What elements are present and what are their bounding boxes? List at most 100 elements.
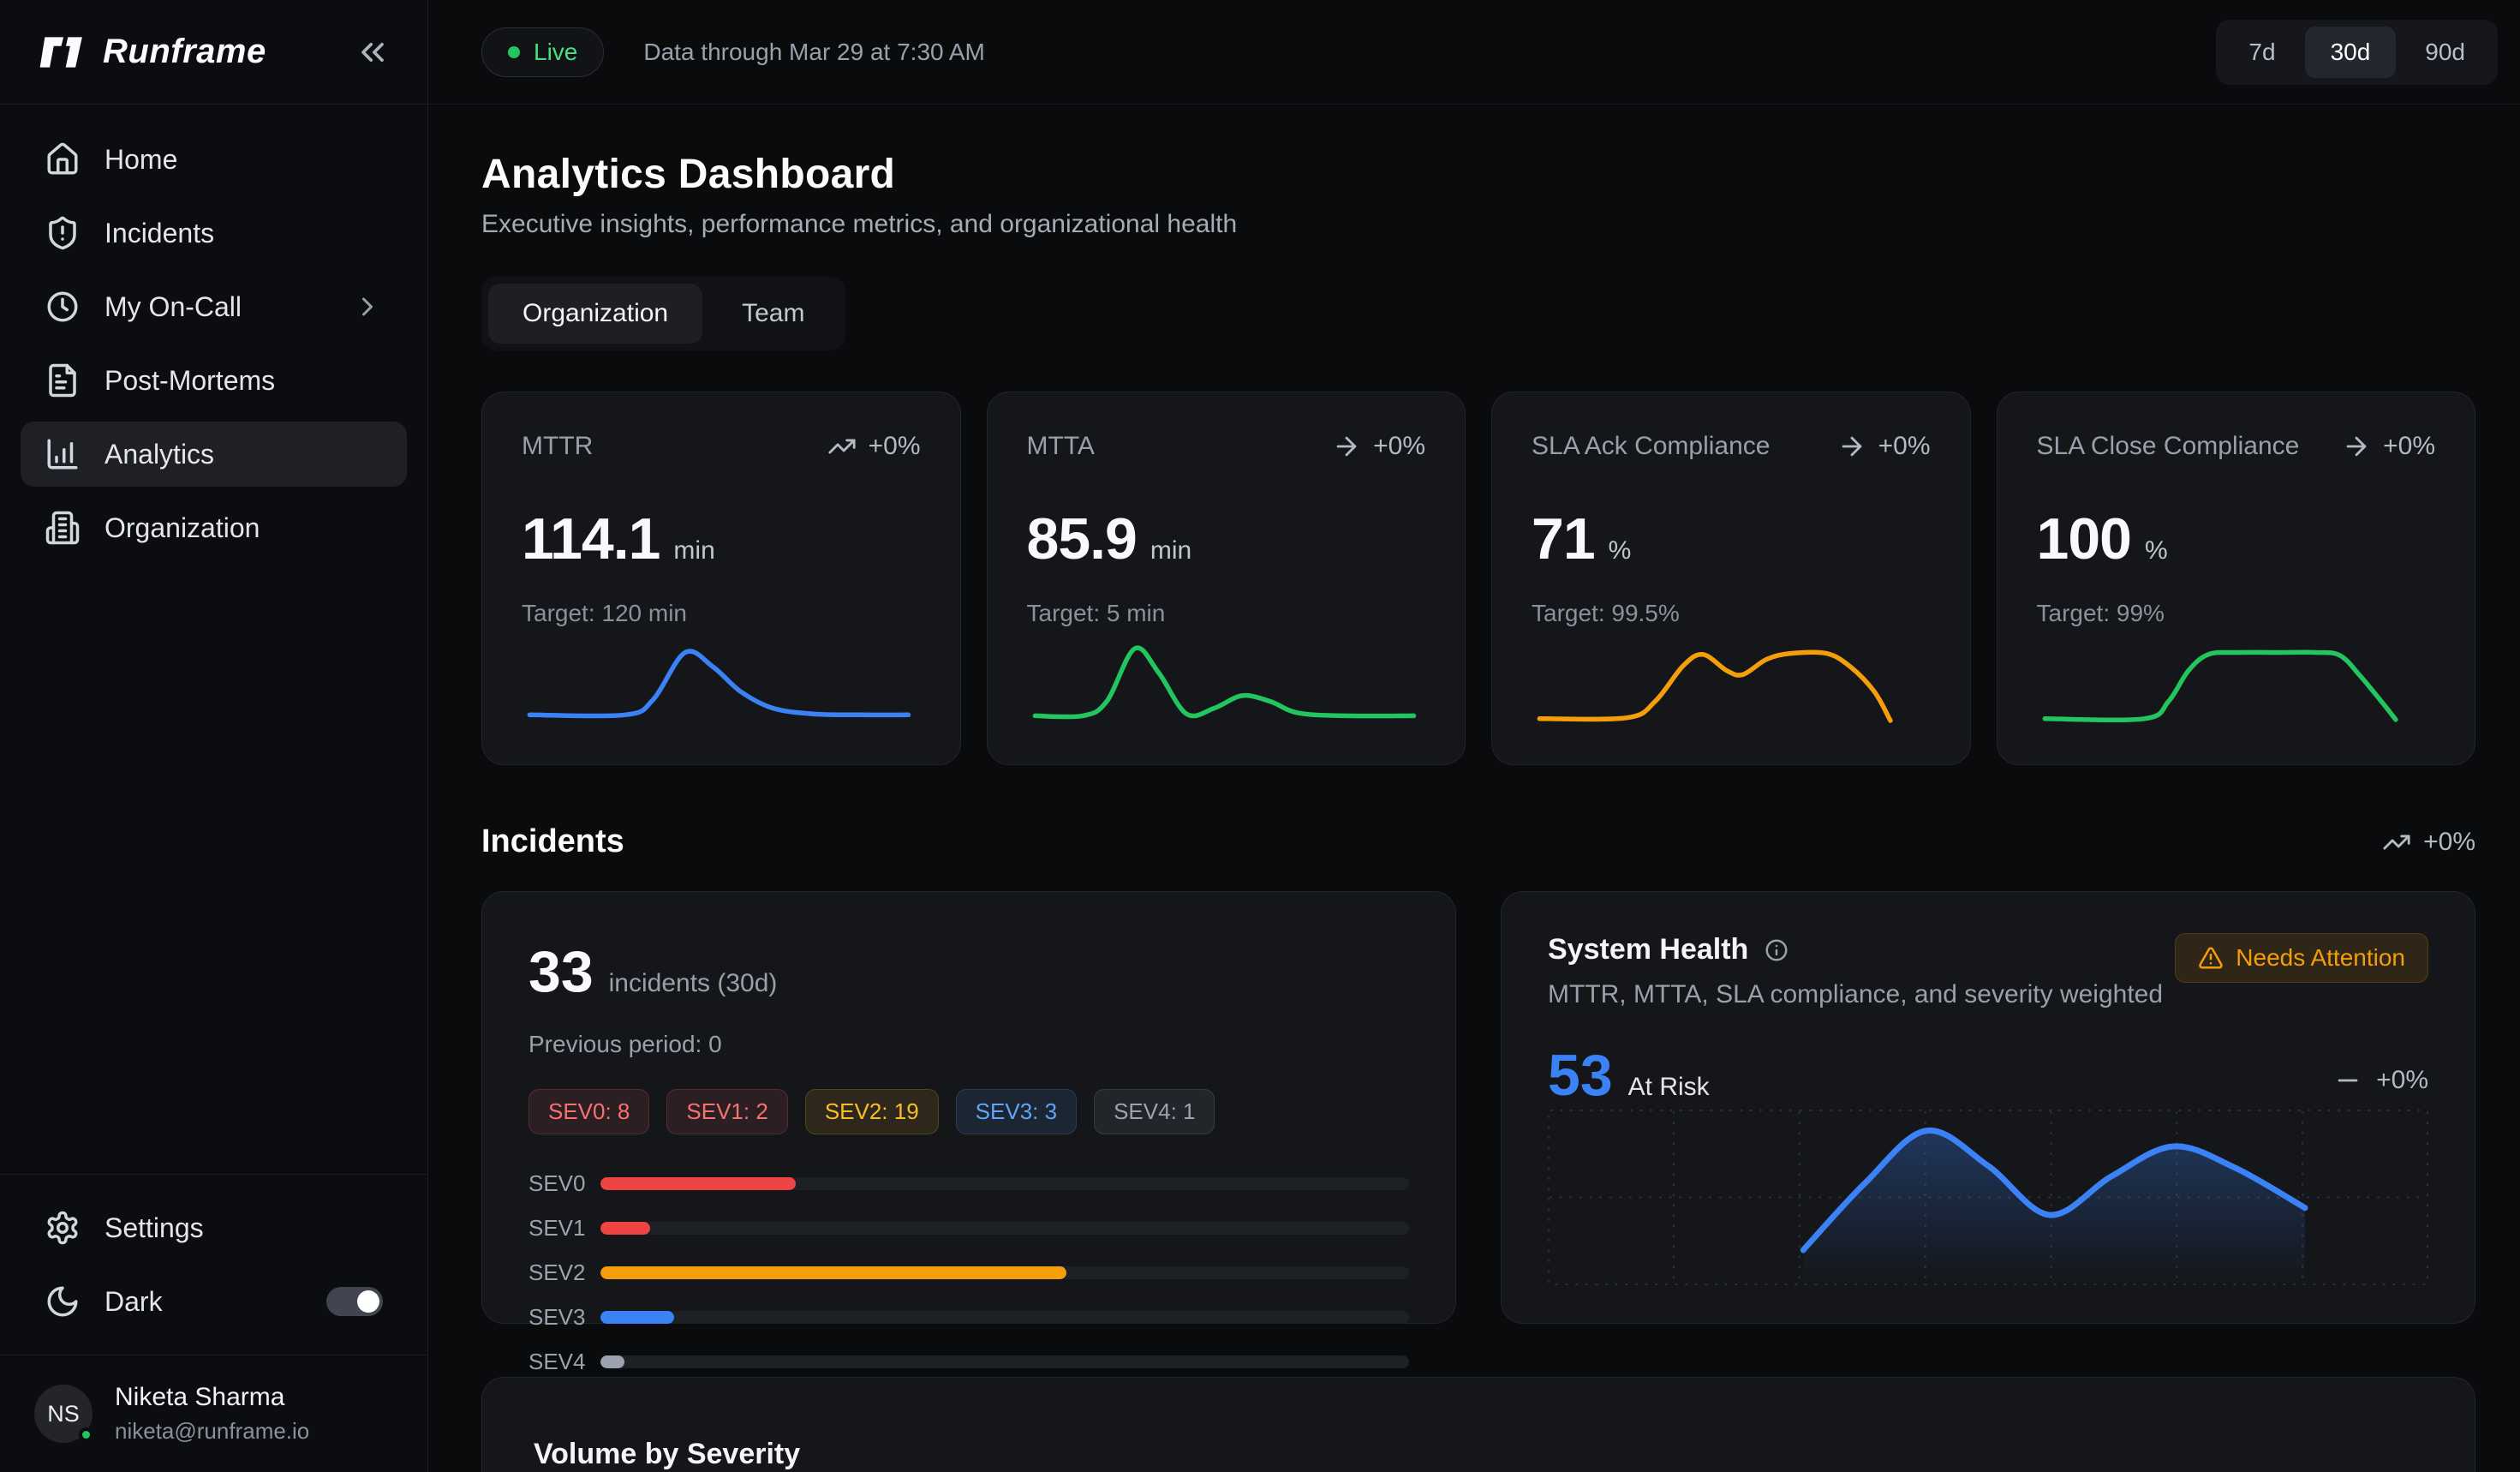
at-risk-caption: At Risk [1628, 1073, 1710, 1102]
sidebar-item-my-on-call[interactable]: My On-Call [21, 274, 407, 339]
metric-value: 85.9 [1027, 506, 1137, 572]
sidebar-footer: Settings Dark [0, 1174, 427, 1355]
sev-row-label: SEV4 [528, 1349, 600, 1375]
metric-card-mtta: MTTA +0% 85.9 min Target: 5 min [987, 392, 1466, 765]
sev4-badge: SEV4: 1 [1094, 1089, 1215, 1134]
severity-bar-row: SEV3 [528, 1304, 1409, 1331]
trending-up-icon [2382, 828, 2411, 857]
online-status-dot [79, 1427, 93, 1442]
chevrons-left-icon [354, 33, 391, 71]
avatar: NS [34, 1385, 93, 1443]
sev-bar-track [600, 1222, 1409, 1235]
system-health-card: System Health MTTR, MTTA, SLA compliance… [1501, 891, 2475, 1324]
tab-organization[interactable]: Organization [488, 284, 702, 344]
clock-icon [45, 289, 81, 325]
user-name: Niketa Sharma [115, 1383, 309, 1412]
sev-bar-fill [600, 1177, 796, 1190]
sla-close-sparkline [2037, 632, 2436, 728]
sidebar-item-incidents[interactable]: Incidents [21, 200, 407, 266]
topbar: Live Data through Mar 29 at 7:30 AM 7d 3… [428, 0, 2520, 105]
sev-bar-fill [600, 1311, 674, 1324]
mtta-sparkline [1027, 632, 1426, 728]
time-range-switcher: 7d 30d 90d [2216, 20, 2498, 85]
metric-value: 71 [1532, 506, 1595, 572]
dark-mode-toggle[interactable] [326, 1287, 383, 1316]
incidents-section-header: Incidents +0% [481, 823, 2475, 860]
sev-row-label: SEV0 [528, 1170, 600, 1197]
range-button-7d[interactable]: 7d [2223, 27, 2301, 78]
sev-row-label: SEV3 [528, 1304, 600, 1331]
metric-value: 100 [2037, 506, 2131, 572]
minus-icon [2333, 1066, 2362, 1095]
tab-team[interactable]: Team [708, 284, 839, 344]
moon-icon [45, 1284, 81, 1319]
metric-card-sla-close: SLA Close Compliance +0% 100 % Target: 9… [1997, 392, 2476, 765]
app-root: Runframe Home Incidents My On-Call [0, 0, 2520, 1472]
shield-alert-icon [45, 215, 81, 251]
theme-label: Dark [105, 1286, 163, 1318]
sla-ack-sparkline [1532, 632, 1931, 728]
sev2-badge: SEV2: 19 [805, 1089, 939, 1134]
sidebar-item-label: My On-Call [105, 291, 242, 323]
metric-label: SLA Close Compliance [2037, 432, 2300, 461]
metric-delta: +0% [1837, 432, 1931, 461]
metric-label: MTTA [1027, 432, 1095, 461]
user-profile[interactable]: NS Niketa Sharma niketa@runframe.io [0, 1355, 427, 1472]
mttr-sparkline [522, 632, 921, 728]
incidents-section-title: Incidents [481, 823, 624, 860]
theme-row: Dark [21, 1269, 407, 1334]
sidebar-item-post-mortems[interactable]: Post-Mortems [21, 348, 407, 413]
info-icon [1764, 937, 1789, 963]
severity-bar-row: SEV2 [528, 1260, 1409, 1286]
chevron-right-icon [352, 291, 383, 322]
metric-target: Target: 99% [2037, 600, 2436, 627]
sidebar-item-home[interactable]: Home [21, 127, 407, 192]
file-text-icon [45, 362, 81, 398]
sidebar-item-label: Analytics [105, 439, 214, 470]
range-button-30d[interactable]: 30d [2305, 27, 2397, 78]
severity-bar-row: SEV4 [528, 1349, 1409, 1375]
sidebar-item-settings[interactable]: Settings [21, 1195, 407, 1260]
arrow-right-icon [1837, 432, 1866, 461]
sev-bar-track [600, 1355, 1409, 1368]
severity-bars: SEV0 SEV1 SEV2 SEV3 [528, 1170, 1409, 1375]
app-title: Runframe [103, 33, 266, 71]
range-button-90d[interactable]: 90d [2399, 27, 2491, 78]
arrow-right-icon [1332, 432, 1361, 461]
at-risk-value: 53 [1548, 1042, 1613, 1109]
volume-by-severity-card: Volume by Severity [481, 1377, 2475, 1472]
content: Analytics Dashboard Executive insights, … [428, 105, 2520, 1472]
volume-by-severity-title: Volume by Severity [534, 1438, 2423, 1471]
metric-value: 114.1 [522, 506, 660, 572]
warning-triangle-icon [2198, 945, 2224, 971]
metric-delta: +0% [827, 432, 921, 461]
sidebar-item-label: Post-Mortems [105, 365, 275, 397]
sev-row-label: SEV2 [528, 1260, 600, 1286]
home-icon [45, 141, 81, 177]
gear-icon [45, 1210, 81, 1246]
page-title: Analytics Dashboard [481, 151, 2475, 198]
needs-attention-badge: Needs Attention [2175, 933, 2428, 983]
sev-bar-track [600, 1177, 1409, 1190]
trending-up-icon [827, 432, 857, 461]
metric-target: Target: 5 min [1027, 600, 1426, 627]
scope-tabs: Organization Team [481, 277, 845, 350]
sidebar-item-analytics[interactable]: Analytics [21, 422, 407, 487]
metric-delta: +0% [2342, 432, 2435, 461]
collapse-sidebar-button[interactable] [354, 33, 391, 71]
logo: Runframe [36, 33, 266, 72]
user-email: niketa@runframe.io [115, 1418, 309, 1445]
sev0-badge: SEV0: 8 [528, 1089, 649, 1134]
bar-chart-icon [45, 436, 81, 472]
sev1-badge: SEV1: 2 [666, 1089, 787, 1134]
sidebar: Runframe Home Incidents My On-Call [0, 0, 428, 1472]
sidebar-item-label: Settings [105, 1212, 204, 1244]
metric-target: Target: 120 min [522, 600, 921, 627]
incidents-previous-period: Previous period: 0 [528, 1031, 1409, 1058]
sidebar-item-label: Organization [105, 512, 260, 544]
incidents-grid: 33 incidents (30d) Previous period: 0 SE… [481, 891, 2475, 1324]
incidents-count-caption: incidents (30d) [609, 969, 778, 998]
sidebar-item-organization[interactable]: Organization [21, 495, 407, 560]
main: Live Data through Mar 29 at 7:30 AM 7d 3… [428, 0, 2520, 1472]
metric-cards: MTTR +0% 114.1 min Target: 120 min [481, 392, 2475, 765]
